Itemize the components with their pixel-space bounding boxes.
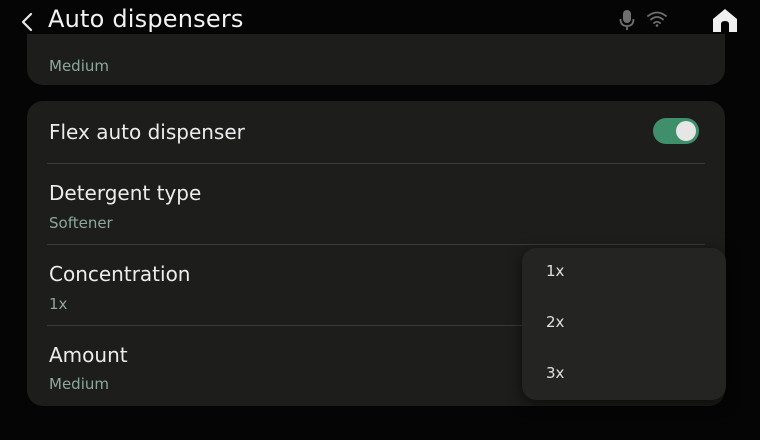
flex-auto-dispenser-row[interactable]: Flex auto dispenser: [27, 101, 725, 163]
wifi-icon: [647, 11, 667, 27]
dropdown-option-label: 3x: [546, 364, 565, 382]
detergent-type-value: Softener: [49, 214, 113, 232]
amount-value: Medium: [49, 375, 109, 393]
flex-auto-dispenser-label: Flex auto dispenser: [49, 120, 245, 144]
microphone-icon: [619, 10, 635, 30]
chevron-left-icon: [21, 12, 33, 32]
dropdown-option-1x[interactable]: 1x: [522, 248, 726, 298]
home-button[interactable]: [710, 6, 740, 34]
previous-settings-card: Medium: [27, 34, 725, 85]
concentration-label: Concentration: [49, 262, 191, 286]
dropdown-option-3x[interactable]: 3x: [522, 350, 726, 400]
flex-auto-dispenser-toggle[interactable]: [653, 118, 699, 144]
dropdown-option-label: 1x: [546, 262, 565, 280]
back-button[interactable]: [14, 8, 40, 36]
concentration-dropdown: 1x 2x 3x: [522, 248, 726, 400]
page-title: Auto dispensers: [48, 5, 244, 33]
dropdown-option-label: 2x: [546, 313, 565, 331]
home-icon: [713, 9, 737, 32]
detergent-type-label: Detergent type: [49, 181, 202, 205]
detergent-type-row[interactable]: Detergent type Softener: [27, 164, 725, 244]
partial-amount-value: Medium: [49, 57, 109, 75]
amount-label: Amount: [49, 343, 128, 367]
toggle-knob: [676, 121, 696, 141]
dropdown-option-2x[interactable]: 2x: [522, 299, 726, 349]
concentration-value: 1x: [49, 295, 68, 313]
auto-dispensers-screen: Auto dispensers Medium Flex auto dispens…: [0, 0, 760, 440]
